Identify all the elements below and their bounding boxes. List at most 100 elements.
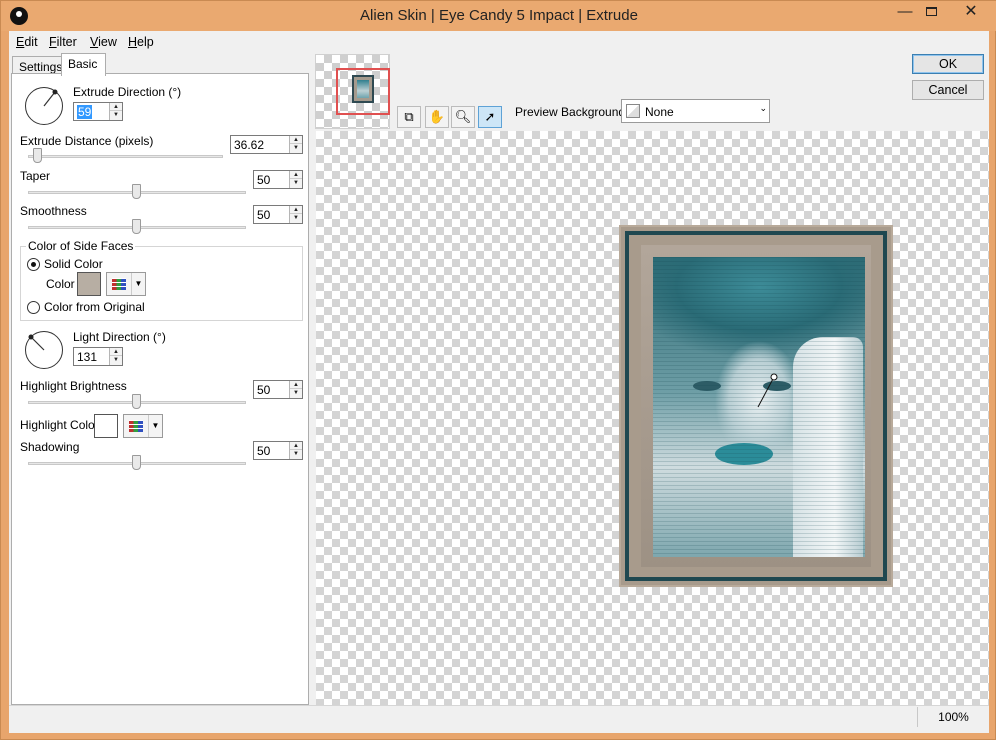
shadowing-spinner[interactable]: 50 ▲ ▼ (253, 441, 303, 460)
taper-spin-buttons[interactable]: ▲ ▼ (289, 171, 302, 188)
navigator-thumbnail[interactable] (315, 54, 390, 129)
navigator-view-rect[interactable] (336, 68, 390, 115)
taper-slider-thumb[interactable] (132, 184, 141, 199)
extrude-distance-slider-thumb[interactable] (32, 148, 42, 163)
spin-down-icon[interactable]: ▼ (290, 179, 302, 187)
pointer-icon: ➚ (484, 109, 496, 124)
highlight-brightness-spinner[interactable]: 50 ▲ ▼ (253, 380, 303, 399)
spin-up-icon[interactable]: ▲ (110, 348, 122, 356)
spin-down-icon[interactable]: ▼ (110, 356, 122, 364)
title-bar[interactable]: Alien Skin | Eye Candy 5 Impact | Extrud… (1, 1, 996, 31)
taper-spinner[interactable]: 50 ▲ ▼ (253, 170, 303, 189)
spin-down-icon[interactable]: ▼ (290, 389, 302, 397)
spin-up-icon[interactable]: ▲ (290, 206, 302, 214)
spin-up-icon[interactable]: ▲ (290, 381, 302, 389)
extrude-direction-dial[interactable] (25, 87, 63, 125)
menu-filter-rest: ilter (56, 35, 77, 49)
spin-up-icon[interactable]: ▲ (290, 171, 302, 179)
extrude-direction-needle (43, 89, 58, 107)
smoothness-value[interactable]: 50 (257, 208, 270, 222)
smoothness-slider-thumb[interactable] (132, 219, 141, 234)
menu-filter-accel: F (49, 35, 57, 49)
spin-up-icon[interactable]: ▲ (290, 442, 302, 450)
zoom-level: 100% (917, 707, 989, 727)
preview-background-label: Preview Background: (515, 105, 629, 119)
chevron-down-icon: ⌄ (759, 103, 767, 113)
side-color-label: Color (46, 277, 75, 291)
highlight-brightness-value[interactable]: 50 (257, 383, 270, 397)
spin-down-icon[interactable]: ▼ (290, 450, 302, 458)
spin-down-icon[interactable]: ▼ (110, 111, 122, 119)
side-faces-title: Color of Side Faces (26, 239, 136, 253)
taper-label: Taper (20, 169, 51, 183)
highlight-brightness-spin-buttons[interactable]: ▲ ▼ (289, 381, 302, 398)
shadowing-value[interactable]: 50 (257, 444, 270, 458)
transparent-swatch-icon (626, 104, 640, 118)
light-direction-spin-buttons[interactable]: ▲ ▼ (109, 348, 122, 365)
menu-filter[interactable]: Filter (49, 35, 77, 49)
light-direction-spinner[interactable]: 131 ▲ ▼ (73, 347, 123, 366)
tab-basic[interactable]: Basic (61, 53, 106, 76)
smoothness-label: Smoothness (20, 204, 87, 218)
taper-value[interactable]: 50 (257, 173, 270, 187)
menu-view-accel: V (90, 35, 99, 49)
menu-bar: Edit Filter View Help (9, 31, 989, 53)
extrude-direction-label: Extrude Direction (°) (73, 85, 182, 99)
menu-edit[interactable]: Edit (16, 35, 38, 49)
extrude-direction-value[interactable]: 59 (77, 105, 93, 119)
navigate-tool-button[interactable]: ⧉ (397, 106, 421, 128)
extrude-distance-label: Extrude Distance (pixels) (20, 134, 154, 148)
ok-button[interactable]: OK (912, 54, 984, 74)
navigate-icon: ⧉ (404, 109, 414, 124)
menu-help-rest: elp (137, 35, 154, 49)
light-direction-dial[interactable] (25, 331, 63, 369)
shadowing-slider-thumb[interactable] (132, 455, 141, 470)
direction-handle-icon[interactable] (754, 371, 784, 411)
maximize-button[interactable] (916, 1, 946, 25)
smoothness-spin-buttons[interactable]: ▲ ▼ (289, 206, 302, 223)
spin-down-icon[interactable]: ▼ (290, 214, 302, 222)
spin-up-icon[interactable]: ▲ (110, 103, 122, 111)
extrude-distance-value[interactable]: 36.62 (234, 138, 264, 152)
color-from-original-radio[interactable] (27, 301, 40, 314)
navigator-image (352, 75, 374, 103)
extrude-direction-spin-buttons[interactable]: ▲ ▼ (109, 103, 122, 120)
preview-canvas[interactable] (316, 131, 989, 705)
close-button[interactable]: ✕ (951, 1, 991, 25)
extrude-distance-track[interactable] (28, 155, 223, 158)
color-from-original-label[interactable]: Color from Original (44, 300, 145, 314)
palette-icon (112, 278, 126, 290)
shadowing-spin-buttons[interactable]: ▲ ▼ (289, 442, 302, 459)
side-color-swatch[interactable] (77, 272, 101, 296)
preview-background-select[interactable]: None ⌄ (621, 99, 770, 123)
shadowing-label: Shadowing (20, 440, 80, 454)
menu-edit-rest: dit (24, 35, 38, 49)
preview-background-value: None (645, 105, 674, 119)
basic-panel: Extrude Direction (°) 59 ▲ ▼ Extrude Dist… (11, 73, 309, 705)
menu-view-rest: iew (98, 35, 117, 49)
side-color-palette-button[interactable]: ▼ (106, 272, 146, 296)
highlight-brightness-slider-thumb[interactable] (132, 394, 141, 409)
menu-help[interactable]: Help (128, 35, 154, 49)
menu-view[interactable]: View (90, 35, 117, 49)
cancel-button[interactable]: Cancel (912, 80, 984, 100)
spin-up-icon[interactable]: ▲ (290, 136, 302, 144)
extrude-distance-spin-buttons[interactable]: ▲ ▼ (289, 136, 302, 153)
maximize-icon (925, 7, 937, 16)
zoom-tool-button[interactable]: 🔍︎ (451, 106, 475, 128)
palette-icon (129, 420, 143, 432)
chevron-down-icon: ▼ (131, 273, 145, 295)
light-direction-value[interactable]: 131 (77, 350, 97, 364)
hand-tool-button[interactable]: ✋ (425, 106, 449, 128)
client-area: Edit Filter View Help Settings Basic Ext… (9, 31, 989, 733)
highlight-color-swatch[interactable] (94, 414, 118, 438)
pointer-tool-button[interactable]: ➚ (478, 106, 502, 128)
extrude-direction-spinner[interactable]: 59 ▲ ▼ (73, 102, 123, 121)
extrude-distance-spinner[interactable]: 36.62 ▲ ▼ (230, 135, 303, 154)
solid-color-radio[interactable] (27, 258, 40, 271)
highlight-color-palette-button[interactable]: ▼ (123, 414, 163, 438)
solid-color-label[interactable]: Solid Color (44, 257, 103, 271)
highlight-color-label: Highlight Color (20, 418, 99, 432)
spin-down-icon[interactable]: ▼ (290, 144, 302, 152)
smoothness-spinner[interactable]: 50 ▲ ▼ (253, 205, 303, 224)
